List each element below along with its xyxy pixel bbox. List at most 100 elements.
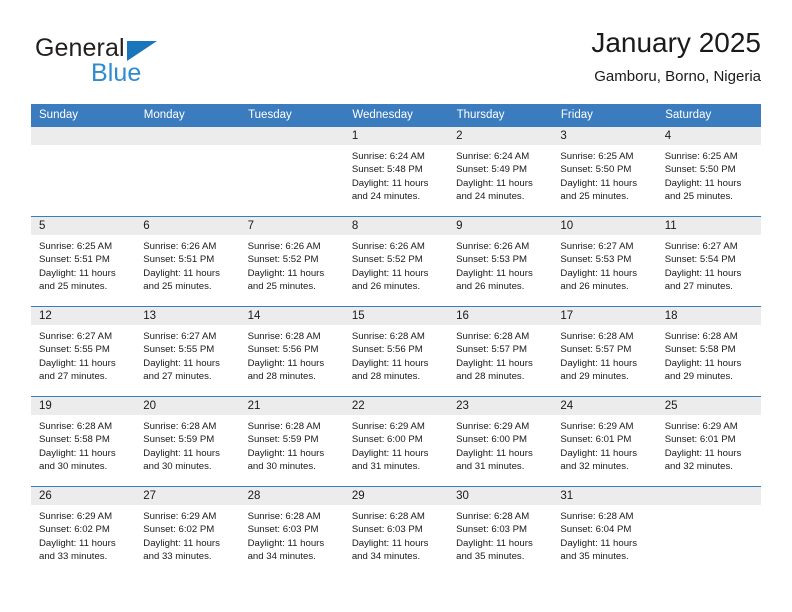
sunrise-text: Sunrise: 6:25 AM [560,151,634,162]
calendar-header-row: Sunday Monday Tuesday Wednesday Thursday… [31,104,762,127]
weekday-header-thursday: Thursday [448,104,553,127]
daylight-text: Daylight: 11 hours and 35 minutes. [560,537,638,563]
day-cell[interactable]: 22 Sunrise: 6:29 AM Sunset: 6:00 PM Dayl… [343,396,449,487]
daylight-text: Daylight: 11 hours and 30 minutes. [247,447,325,473]
day-cell[interactable]: 17 Sunrise: 6:28 AM Sunset: 5:57 PM Dayl… [552,306,657,397]
daylight-text: Daylight: 11 hours and 28 minutes. [456,357,533,383]
day-cell[interactable]: 20 Sunrise: 6:28 AM Sunset: 5:59 PM Dayl… [135,396,240,487]
day-cell[interactable] [135,126,240,217]
day-cell[interactable]: 1 Sunrise: 6:24 AM Sunset: 5:48 PM Dayli… [343,126,449,217]
day-number: 3 [552,127,657,145]
weekday-header-monday: Monday [135,104,241,127]
day-details: Sunrise: 6:29 AM Sunset: 6:02 PM Dayligh… [135,505,239,564]
day-details: Sunrise: 6:28 AM Sunset: 6:03 PM Dayligh… [240,505,344,564]
sunset-text: Sunset: 6:00 PM [351,434,423,446]
daylight-text: Daylight: 11 hours and 25 minutes. [664,177,742,203]
daylight-text: Daylight: 11 hours and 25 minutes. [247,267,325,293]
daylight-text: Daylight: 11 hours and 32 minutes. [560,447,638,473]
day-cell[interactable]: 9 Sunrise: 6:26 AM Sunset: 5:53 PM Dayli… [448,216,553,307]
day-cell[interactable]: 7 Sunrise: 6:26 AM Sunset: 5:52 PM Dayli… [239,216,344,307]
day-cell[interactable]: 11 Sunrise: 6:27 AM Sunset: 5:54 PM Dayl… [656,216,761,307]
day-details: Sunrise: 6:27 AM Sunset: 5:55 PM Dayligh… [31,325,135,384]
sunset-text: Sunset: 6:01 PM [560,434,632,446]
sunset-text: Sunset: 6:03 PM [351,524,423,536]
page-header: General Blue January 2025 Gamboru, Borno… [31,26,761,96]
weekday-header-tuesday: Tuesday [239,104,345,127]
day-cell[interactable]: 30 Sunrise: 6:28 AM Sunset: 6:03 PM Dayl… [448,486,553,577]
day-number: 18 [656,307,761,325]
sunrise-text: Sunrise: 6:25 AM [39,241,113,252]
day-cell[interactable] [239,126,344,217]
day-cell[interactable]: 16 Sunrise: 6:28 AM Sunset: 5:57 PM Dayl… [448,306,553,397]
sunset-text: Sunset: 6:00 PM [456,434,528,446]
sunset-text: Sunset: 6:03 PM [456,524,528,536]
sunset-text: Sunset: 5:58 PM [39,434,110,446]
day-number: 30 [448,487,553,505]
day-number: 25 [656,397,761,415]
day-cell[interactable]: 28 Sunrise: 6:28 AM Sunset: 6:03 PM Dayl… [239,486,344,577]
day-cell[interactable]: 19 Sunrise: 6:28 AM Sunset: 5:58 PM Dayl… [31,396,136,487]
day-cell[interactable]: 31 Sunrise: 6:28 AM Sunset: 6:04 PM Dayl… [552,486,657,577]
day-cell[interactable]: 5 Sunrise: 6:25 AM Sunset: 5:51 PM Dayli… [31,216,136,307]
day-details: Sunrise: 6:27 AM Sunset: 5:55 PM Dayligh… [135,325,239,384]
day-cell[interactable]: 6 Sunrise: 6:26 AM Sunset: 5:51 PM Dayli… [135,216,240,307]
sunrise-text: Sunrise: 6:26 AM [143,241,217,252]
sunrise-text: Sunrise: 6:24 AM [351,151,425,162]
day-number [656,487,761,505]
day-cell[interactable]: 14 Sunrise: 6:28 AM Sunset: 5:56 PM Dayl… [239,306,344,397]
day-cell[interactable]: 13 Sunrise: 6:27 AM Sunset: 5:55 PM Dayl… [135,306,240,397]
sunrise-text: Sunrise: 6:29 AM [560,421,634,432]
day-cell[interactable]: 26 Sunrise: 6:29 AM Sunset: 6:02 PM Dayl… [31,486,136,577]
day-cell[interactable]: 4 Sunrise: 6:25 AM Sunset: 5:50 PM Dayli… [656,126,761,217]
day-number: 26 [31,487,136,505]
day-details: Sunrise: 6:28 AM Sunset: 5:58 PM Dayligh… [657,325,761,384]
sunset-text: Sunset: 5:59 PM [247,434,319,446]
day-number: 31 [552,487,657,505]
day-cell[interactable]: 8 Sunrise: 6:26 AM Sunset: 5:52 PM Dayli… [343,216,449,307]
day-cell[interactable]: 23 Sunrise: 6:29 AM Sunset: 6:00 PM Dayl… [448,396,553,487]
day-cell[interactable]: 12 Sunrise: 6:27 AM Sunset: 5:55 PM Dayl… [31,306,136,397]
day-cell[interactable] [656,486,761,577]
sunrise-text: Sunrise: 6:28 AM [247,421,321,432]
sunrise-text: Sunrise: 6:26 AM [351,241,425,252]
day-cell[interactable]: 3 Sunrise: 6:25 AM Sunset: 5:50 PM Dayli… [552,126,657,217]
day-cell[interactable] [31,126,136,217]
sunset-text: Sunset: 5:51 PM [39,254,110,266]
sunset-text: Sunset: 5:54 PM [664,254,736,266]
daylight-text: Daylight: 11 hours and 25 minutes. [39,267,116,293]
day-cell[interactable]: 29 Sunrise: 6:28 AM Sunset: 6:03 PM Dayl… [343,486,449,577]
sunrise-text: Sunrise: 6:28 AM [247,511,321,522]
daylight-text: Daylight: 11 hours and 33 minutes. [143,537,220,563]
sunrise-text: Sunrise: 6:28 AM [560,331,634,342]
sunset-text: Sunset: 5:55 PM [143,344,215,356]
day-cell[interactable]: 25 Sunrise: 6:29 AM Sunset: 6:01 PM Dayl… [656,396,761,487]
daylight-text: Daylight: 11 hours and 31 minutes. [456,447,533,473]
sunrise-text: Sunrise: 6:24 AM [456,151,530,162]
page-subtitle: Gamboru, Borno, Nigeria [594,68,761,85]
calendar-week-row: 26 Sunrise: 6:29 AM Sunset: 6:02 PM Dayl… [31,486,761,577]
day-cell[interactable]: 10 Sunrise: 6:27 AM Sunset: 5:53 PM Dayl… [552,216,657,307]
day-number: 5 [31,217,136,235]
calendar-week-row: 12 Sunrise: 6:27 AM Sunset: 5:55 PM Dayl… [31,306,761,397]
day-cell[interactable]: 27 Sunrise: 6:29 AM Sunset: 6:02 PM Dayl… [135,486,240,577]
day-details: Sunrise: 6:28 AM Sunset: 5:56 PM Dayligh… [240,325,344,384]
day-cell[interactable]: 24 Sunrise: 6:29 AM Sunset: 6:01 PM Dayl… [552,396,657,487]
day-cell[interactable]: 21 Sunrise: 6:28 AM Sunset: 5:59 PM Dayl… [239,396,344,487]
sunrise-text: Sunrise: 6:28 AM [351,331,425,342]
daylight-text: Daylight: 11 hours and 27 minutes. [39,357,116,383]
day-cell[interactable]: 18 Sunrise: 6:28 AM Sunset: 5:58 PM Dayl… [656,306,761,397]
day-details: Sunrise: 6:29 AM Sunset: 6:01 PM Dayligh… [552,415,656,474]
day-number: 6 [135,217,240,235]
calendar-week-row: 19 Sunrise: 6:28 AM Sunset: 5:58 PM Dayl… [31,396,761,487]
day-cell[interactable]: 15 Sunrise: 6:28 AM Sunset: 5:56 PM Dayl… [343,306,449,397]
day-number: 17 [552,307,657,325]
day-details: Sunrise: 6:29 AM Sunset: 6:02 PM Dayligh… [31,505,135,564]
day-details: Sunrise: 6:26 AM Sunset: 5:53 PM Dayligh… [448,235,552,294]
day-details [657,505,761,510]
day-cell[interactable]: 2 Sunrise: 6:24 AM Sunset: 5:49 PM Dayli… [448,126,553,217]
day-details: Sunrise: 6:26 AM Sunset: 5:51 PM Dayligh… [135,235,239,294]
general-blue-logo[interactable]: General Blue [31,34,261,90]
daylight-text: Daylight: 11 hours and 35 minutes. [456,537,533,563]
daylight-text: Daylight: 11 hours and 34 minutes. [351,537,429,563]
weekday-header-saturday: Saturday [656,104,762,127]
